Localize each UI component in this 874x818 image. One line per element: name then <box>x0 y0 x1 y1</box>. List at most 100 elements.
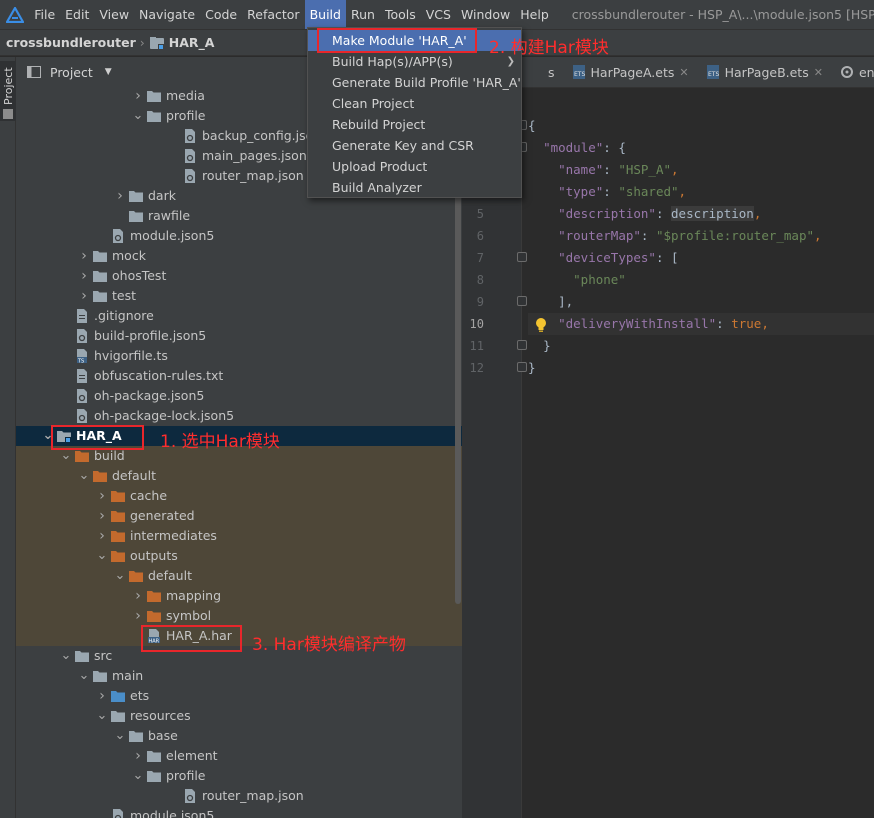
chevron-right-icon[interactable]: › <box>94 486 110 506</box>
folder-icon <box>74 648 90 664</box>
menu-refactor[interactable]: Refactor <box>242 0 304 29</box>
upload-product-menu-item[interactable]: Upload Product <box>308 156 521 177</box>
rebuild-project-menu-item[interactable]: Rebuild Project <box>308 114 521 135</box>
menu-vcs[interactable]: VCS <box>421 0 456 29</box>
chevron-down-icon[interactable]: ⌄ <box>112 729 128 742</box>
chevron-down-icon[interactable]: ⌄ <box>94 549 110 562</box>
chevron-right-icon[interactable]: › <box>130 606 146 626</box>
folder-icon <box>146 768 162 784</box>
generate-key-csr-menu-item[interactable]: Generate Key and CSR <box>308 135 521 156</box>
tree-item[interactable]: module.json5 <box>16 226 462 246</box>
chevron-right-icon[interactable]: › <box>130 86 146 106</box>
tab-entry[interactable]: entry\c <box>833 57 874 87</box>
menu-build[interactable]: Build <box>304 0 346 29</box>
tree-item[interactable]: rawfile <box>16 206 462 226</box>
tree-item[interactable]: router_map.json <box>16 786 462 806</box>
fold-marker-icon[interactable] <box>517 362 527 372</box>
tree-item[interactable]: oh-package-lock.json5 <box>16 406 462 426</box>
menu-edit[interactable]: Edit <box>60 0 94 29</box>
tree-item[interactable]: › symbol <box>16 606 462 626</box>
chevron-down-icon[interactable]: ⌄ <box>94 709 110 722</box>
tree-item[interactable]: build-profile.json5 <box>16 326 462 346</box>
menu-help[interactable]: Help <box>515 0 554 29</box>
json-file-icon <box>182 128 198 144</box>
chevron-right-icon[interactable]: › <box>76 246 92 266</box>
tree-item[interactable]: › ets <box>16 686 462 706</box>
lightbulb-icon[interactable] <box>534 317 548 333</box>
folder-icon <box>110 708 126 724</box>
generate-build-profile-menu-item[interactable]: Generate Build Profile 'HAR_A' <box>308 72 521 93</box>
tree-item[interactable]: oh-package.json5 <box>16 386 462 406</box>
tree-item[interactable]: › test <box>16 286 462 306</box>
close-icon[interactable]: ✕ <box>814 66 823 79</box>
chevron-down-icon[interactable]: ⌄ <box>76 669 92 682</box>
tree-item[interactable]: ⌄ outputs <box>16 546 462 566</box>
tree-item-label: intermediates <box>130 528 217 543</box>
tree-item[interactable]: › mock <box>16 246 462 266</box>
excluded-folder-icon <box>110 548 126 564</box>
chevron-right-icon[interactable]: › <box>94 526 110 546</box>
menu-bar: File Edit View Navigate Code Refactor Bu… <box>0 0 874 29</box>
build-analyzer-menu-item[interactable]: Build Analyzer <box>308 177 521 198</box>
fold-marker-icon[interactable] <box>517 340 527 350</box>
tree-item[interactable]: › cache <box>16 486 462 506</box>
excluded-folder-icon <box>110 508 126 524</box>
line-number: 7 <box>476 251 484 265</box>
chevron-down-icon[interactable]: ⌄ <box>130 769 146 782</box>
tree-item[interactable]: ⌄ base <box>16 726 462 746</box>
menu-view[interactable]: View <box>94 0 134 29</box>
window-title: crossbundlerouter - HSP_A\...\module.jso… <box>571 7 874 22</box>
tree-item[interactable]: ⌄ resources <box>16 706 462 726</box>
menu-file[interactable]: File <box>29 0 60 29</box>
chevron-right-icon[interactable]: › <box>76 286 92 306</box>
tree-item[interactable]: obfuscation-rules.txt <box>16 366 462 386</box>
structure-icon[interactable] <box>3 109 13 119</box>
source-folder-icon <box>110 688 126 704</box>
tree-item[interactable]: .gitignore <box>16 306 462 326</box>
tree-item[interactable]: › element <box>16 746 462 766</box>
json-file-icon <box>110 808 126 818</box>
breadcrumb-root[interactable]: crossbundlerouter <box>6 35 136 50</box>
chevron-down-icon[interactable]: ⌄ <box>130 109 146 122</box>
chevron-down-icon[interactable]: ⌄ <box>58 649 74 662</box>
tree-item[interactable]: › generated <box>16 506 462 526</box>
menu-code[interactable]: Code <box>200 0 242 29</box>
chevron-right-icon[interactable]: › <box>130 746 146 766</box>
code-line: "module": { <box>543 140 626 155</box>
chevron-right-icon[interactable]: › <box>112 186 128 206</box>
close-icon[interactable]: ✕ <box>679 66 688 79</box>
tab-harpageb[interactable]: ETS HarPageB.ets ✕ <box>699 57 833 87</box>
menu-window[interactable]: Window <box>456 0 515 29</box>
tree-item[interactable]: TS hvigorfile.ts <box>16 346 462 366</box>
clean-project-menu-item[interactable]: Clean Project <box>308 93 521 114</box>
chevron-down-icon[interactable]: ⌄ <box>112 569 128 582</box>
breadcrumb-module[interactable]: HAR_A <box>169 35 215 50</box>
annotation-box-make <box>317 28 477 53</box>
dropdown-caret-icon[interactable]: ▼ <box>105 67 112 77</box>
project-scrollbar[interactable] <box>455 184 461 604</box>
chevron-right-icon[interactable]: › <box>130 586 146 606</box>
tree-item[interactable]: ⌄ profile <box>16 766 462 786</box>
tree-item[interactable]: ⌄ default <box>16 566 462 586</box>
menu-tools[interactable]: Tools <box>380 0 421 29</box>
chevron-right-icon[interactable]: › <box>94 506 110 526</box>
tree-item-label: mock <box>112 248 146 263</box>
chevron-down-icon[interactable]: ⌄ <box>76 469 92 482</box>
tree-item[interactable]: › mapping <box>16 586 462 606</box>
tab-harpagea[interactable]: ETS HarPageA.ets ✕ <box>565 57 699 87</box>
menu-run[interactable]: Run <box>346 0 380 29</box>
menu-navigate[interactable]: Navigate <box>134 0 200 29</box>
chevron-right-icon[interactable]: › <box>76 266 92 286</box>
tool-window-strip: Project <box>0 57 16 818</box>
fold-marker-icon[interactable] <box>517 296 527 306</box>
tree-item[interactable]: ⌄ main <box>16 666 462 686</box>
chevron-down-icon[interactable]: ⌄ <box>58 449 74 462</box>
json-file-icon <box>74 408 90 424</box>
tree-item[interactable]: ⌄ default <box>16 466 462 486</box>
chevron-right-icon[interactable]: › <box>94 686 110 706</box>
fold-marker-icon[interactable] <box>517 252 527 262</box>
tree-item-label: generated <box>130 508 195 523</box>
tree-item[interactable]: module.json5 <box>16 806 462 818</box>
tree-item[interactable]: › intermediates <box>16 526 462 546</box>
tree-item[interactable]: › ohosTest <box>16 266 462 286</box>
